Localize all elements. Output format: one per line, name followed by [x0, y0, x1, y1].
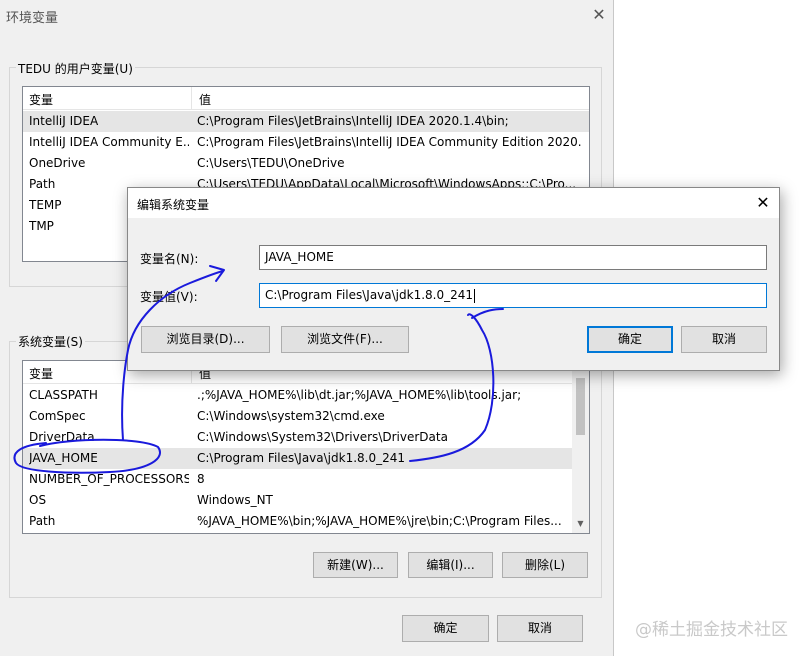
hand-drawn-annotation — [13, 265, 504, 474]
annotation-arrow-right — [409, 313, 495, 462]
watermark: @稀土掘金技术社区 — [635, 620, 788, 640]
annotation-arrow-up-left — [121, 270, 224, 441]
annotation-arrowhead-right — [471, 308, 504, 319]
annotation-circle — [13, 438, 161, 474]
